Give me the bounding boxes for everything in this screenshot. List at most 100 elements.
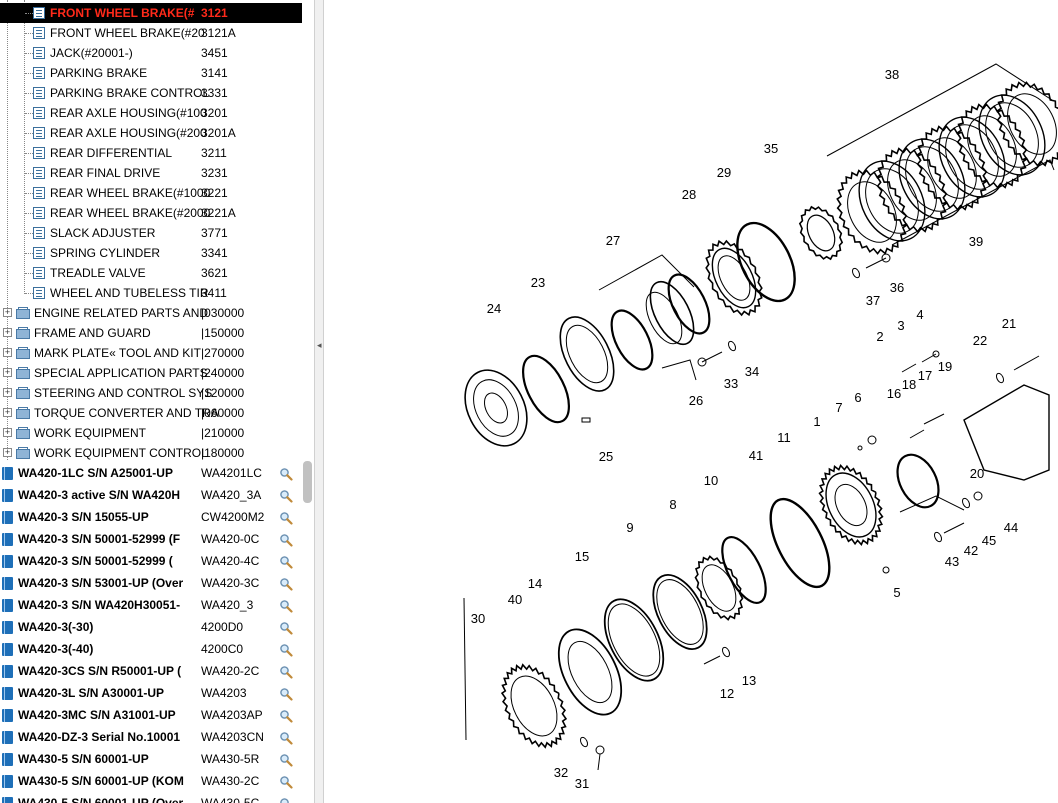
book-item[interactable]: WA430-5 S/N 60001-UP (KOM WA430-2C [0,770,302,792]
part-callout-31[interactable]: 31 [575,776,589,791]
part-callout-38[interactable]: 38 [885,67,899,82]
expand-icon[interactable]: + [3,428,12,437]
part-callout-25[interactable]: 25 [599,449,613,464]
part-callout-27[interactable]: 27 [606,233,620,248]
tree-item[interactable]: SLACK ADJUSTER 3771 [0,223,302,243]
part-callout-15[interactable]: 15 [575,549,589,564]
search-icon[interactable] [279,510,293,525]
part-callout-28[interactable]: 28 [682,187,696,202]
part-callout-6[interactable]: 6 [854,390,861,405]
expand-icon[interactable]: + [3,388,12,397]
part-callout-9[interactable]: 9 [626,520,633,535]
search-icon[interactable] [279,532,293,547]
tree-folder[interactable]: + SPECIAL APPLICATION PARTS |240000 [0,363,302,383]
book-item[interactable]: WA420-3 S/N 15055-UP CW4200M2 [0,506,302,528]
search-icon[interactable] [279,796,293,803]
part-callout-34[interactable]: 34 [745,364,759,379]
book-item[interactable]: WA420-3 S/N 53001-UP (Over WA420-3C [0,572,302,594]
tree-item[interactable]: PARKING BRAKE CONTROL 3331 [0,83,302,103]
part-callout-19[interactable]: 19 [938,359,952,374]
tree-item[interactable]: PARKING BRAKE 3141 [0,63,302,83]
book-item[interactable]: WA420-3 S/N WA420H30051- WA420_3 [0,594,302,616]
tree-item[interactable]: JACK(#20001-) 3451 [0,43,302,63]
tree-item[interactable]: REAR WHEEL BRAKE(#2000 3221A [0,203,302,223]
part-callout-26[interactable]: 26 [689,393,703,408]
panel-splitter[interactable]: ◂ [314,0,324,803]
search-icon[interactable] [279,730,293,745]
part-callout-14[interactable]: 14 [528,576,542,591]
tree-folder[interactable]: + ENGINE RELATED PARTS AND |030000 [0,303,302,323]
search-icon[interactable] [279,774,293,789]
book-item[interactable]: WA420-1LC S/N A25001-UP WA4201LC [0,462,302,484]
part-callout-20[interactable]: 20 [970,466,984,481]
book-item[interactable]: WA420-3MC S/N A31001-UP WA4203AP [0,704,302,726]
part-callout-44[interactable]: 44 [1004,520,1018,535]
part-callout-17[interactable]: 17 [918,368,932,383]
tree-item[interactable]: REAR AXLE HOUSING(#100 3201 [0,103,302,123]
part-callout-4[interactable]: 4 [916,307,923,322]
book-item[interactable]: WA420-3L S/N A30001-UP WA4203 [0,682,302,704]
part-callout-45[interactable]: 45 [982,533,996,548]
search-icon[interactable] [279,488,293,503]
tree-folder[interactable]: + WORK EQUIPMENT |210000 [0,423,302,443]
tree-item[interactable]: FRONT WHEEL BRAKE(#20 3121A [0,23,302,43]
search-icon[interactable] [279,554,293,569]
collapse-arrow-icon[interactable]: ◂ [317,340,322,351]
part-callout-37[interactable]: 37 [866,293,880,308]
expand-icon[interactable]: + [3,408,12,417]
part-callout-8[interactable]: 8 [669,497,676,512]
tree-item[interactable]: SPRING CYLINDER 3341 [0,243,302,263]
search-icon[interactable] [279,642,293,657]
search-icon[interactable] [279,598,293,613]
part-callout-13[interactable]: 13 [742,673,756,688]
tree-item[interactable]: REAR AXLE HOUSING(#200 3201A [0,123,302,143]
part-callout-22[interactable]: 22 [973,333,987,348]
part-callout-7[interactable]: 7 [835,400,842,415]
search-icon[interactable] [279,620,293,635]
search-icon[interactable] [279,686,293,701]
tree-folder[interactable]: + TORQUE CONVERTER AND TRA |060000 [0,403,302,423]
book-item[interactable]: WA420-3 S/N 50001-52999 (F WA420-0C [0,528,302,550]
tree-folder[interactable]: + FRAME AND GUARD |150000 [0,323,302,343]
part-callout-3[interactable]: 3 [897,318,904,333]
tree-item[interactable]: REAR FINAL DRIVE 3231 [0,163,302,183]
part-callout-30[interactable]: 30 [471,611,485,626]
part-callout-36[interactable]: 36 [890,280,904,295]
book-item[interactable]: WA420-3CS S/N R50001-UP (WA420-2C [0,660,302,682]
part-callout-42[interactable]: 42 [964,543,978,558]
book-item[interactable]: WA420-3 active S/N WA420H WA420_3A [0,484,302,506]
part-callout-16[interactable]: 16 [887,386,901,401]
part-callout-23[interactable]: 23 [531,275,545,290]
search-icon[interactable] [279,708,293,723]
tree-item[interactable]: FRONT WHEEL BRAKE(# 3121 [0,3,302,23]
part-callout-1[interactable]: 1 [813,414,820,429]
vertical-scrollbar[interactable] [303,455,312,803]
expand-icon[interactable]: + [3,368,12,377]
part-callout-12[interactable]: 12 [720,686,734,701]
part-callout-43[interactable]: 43 [945,554,959,569]
part-callout-18[interactable]: 18 [902,377,916,392]
book-item[interactable]: WA430-5 S/N 60001-UP (Over WA430-5C [0,792,302,803]
part-callout-39[interactable]: 39 [969,234,983,249]
book-item[interactable]: WA420-3(-40) 4200C0 [0,638,302,660]
part-callout-2[interactable]: 2 [876,329,883,344]
search-icon[interactable] [279,752,293,767]
part-callout-32[interactable]: 32 [554,765,568,780]
part-callout-41[interactable]: 41 [749,448,763,463]
part-callout-33[interactable]: 33 [724,376,738,391]
part-callout-5[interactable]: 5 [893,585,900,600]
scrollbar-thumb[interactable] [303,461,312,503]
book-item[interactable]: WA430-5 S/N 60001-UP WA430-5R [0,748,302,770]
part-callout-29[interactable]: 29 [717,165,731,180]
book-item[interactable]: WA420-3(-30) 4200D0 [0,616,302,638]
search-icon[interactable] [279,466,293,481]
tree-item[interactable]: WHEEL AND TUBELESS TIR 3411 [0,283,302,303]
part-callout-11[interactable]: 11 [777,430,791,445]
tree-item[interactable]: REAR WHEEL BRAKE(#1000 3221 [0,183,302,203]
expand-icon[interactable]: + [3,308,12,317]
expand-icon[interactable]: + [3,348,12,357]
part-callout-40[interactable]: 40 [508,592,522,607]
part-callout-24[interactable]: 24 [487,301,501,316]
tree-folder[interactable]: + WORK EQUIPMENT CONTROL |180000 [0,443,302,463]
part-callout-10[interactable]: 10 [704,473,718,488]
